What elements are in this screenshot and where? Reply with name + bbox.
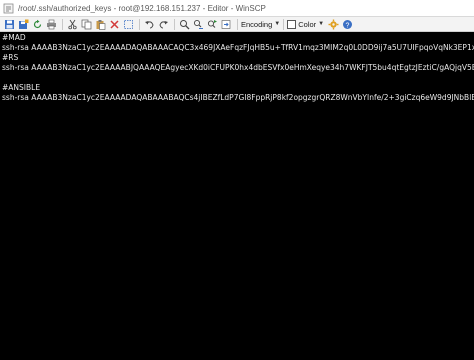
delete-icon[interactable] xyxy=(108,18,120,30)
chevron-down-icon: ▼ xyxy=(274,21,281,27)
editor-line: #ANSIBLE xyxy=(2,83,41,92)
toolbar-separator xyxy=(174,18,175,30)
print-icon[interactable] xyxy=(45,18,57,30)
color-label: Color xyxy=(298,19,317,29)
editor-line: #RS xyxy=(2,53,19,62)
encoding-label: Encoding xyxy=(241,19,273,29)
editor-line: ssh-rsa AAAAB3NzaC1yc2EAAAABJQAAAQEAgyec… xyxy=(2,63,474,72)
save-as-icon[interactable] xyxy=(17,18,29,30)
editor-line: #MAD xyxy=(2,33,26,42)
go-to-line-icon[interactable] xyxy=(220,18,232,30)
winscp-app-icon xyxy=(3,3,14,14)
chevron-down-icon: ▼ xyxy=(318,21,325,27)
reload-icon[interactable] xyxy=(31,18,43,30)
color-swatch-icon xyxy=(287,19,297,29)
toolbar-separator xyxy=(62,18,63,30)
svg-text:?: ? xyxy=(345,22,349,29)
undo-icon[interactable] xyxy=(143,18,155,30)
find-icon[interactable] xyxy=(178,18,190,30)
editor-line: ssh-rsa AAAAB3NzaC1yc2EAAAADAQABAAACAQC3… xyxy=(2,43,474,52)
cut-icon[interactable] xyxy=(66,18,78,30)
editor-toolbar: Encoding ▼ Color ▼ ? xyxy=(0,17,474,32)
copy-icon[interactable] xyxy=(80,18,92,30)
encoding-dropdown[interactable]: Encoding ▼ xyxy=(241,20,280,29)
text-editor-area[interactable]: #MAD ssh-rsa AAAAB3NzaC1yc2EAAAADAQABAAA… xyxy=(0,33,474,360)
title-bar: /root/.ssh/authorized_keys - root@192.16… xyxy=(0,0,474,17)
replace-icon[interactable] xyxy=(192,18,204,30)
toolbar-separator xyxy=(139,18,140,30)
save-icon[interactable] xyxy=(3,18,15,30)
select-all-icon[interactable] xyxy=(122,18,134,30)
find-next-icon[interactable] xyxy=(206,18,218,30)
toolbar-separator xyxy=(237,18,238,30)
redo-icon[interactable] xyxy=(157,18,169,30)
window-title: /root/.ssh/authorized_keys - root@192.16… xyxy=(18,3,266,13)
help-icon[interactable]: ? xyxy=(341,18,353,30)
toolbar-separator xyxy=(283,18,285,30)
color-dropdown[interactable]: Color ▼ xyxy=(287,19,325,29)
paste-icon[interactable] xyxy=(94,18,106,30)
editor-line: ssh-rsa AAAAB3NzaC1yc2EAAAADAQABAAABAQCs… xyxy=(2,93,474,102)
gear-icon[interactable] xyxy=(327,18,339,30)
